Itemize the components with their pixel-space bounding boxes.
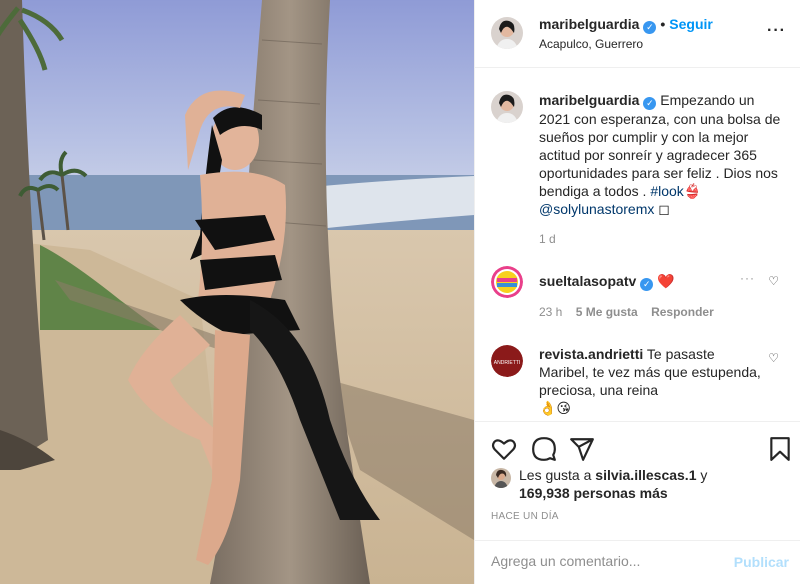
- caption-username[interactable]: maribelguardia: [539, 92, 639, 108]
- commenter-avatar[interactable]: ANDRIETTI: [491, 345, 523, 377]
- comment-item: ANDRIETTI revista.andrietti Te pasaste M…: [475, 345, 800, 417]
- beach-photo-image: [0, 0, 474, 584]
- caption-age: 1 d: [539, 232, 556, 246]
- caption-avatar[interactable]: [491, 91, 523, 123]
- liker-username[interactable]: silvia.illescas.1: [595, 467, 696, 483]
- reply-button[interactable]: Responder: [651, 305, 714, 319]
- post-details-panel: maribelguardia ✓ • Seguir Acapulco, Guerrer…: [474, 0, 800, 584]
- author-username[interactable]: maribelguardia: [539, 16, 639, 32]
- comment-age: 23 h: [539, 305, 563, 319]
- caption-text-block: maribelguardia ✓ Empezando un 2021 con es…: [539, 91, 785, 218]
- caption-hashtag[interactable]: #look: [650, 183, 683, 199]
- comment-like-heart-icon[interactable]: ♡: [768, 349, 779, 367]
- likes-summary[interactable]: Les gusta a silvia.illescas.1 y 169,938 …: [491, 466, 791, 502]
- comment-emojis: 👌😘: [539, 400, 572, 416]
- comments-list[interactable]: maribelguardia ✓ Empezando un 2021 con es…: [475, 69, 800, 421]
- bikini-emoji: 👙: [683, 183, 702, 199]
- verified-badge-icon: ✓: [640, 278, 654, 291]
- likes-text: Les gusta a silvia.illescas.1 y 169,938 …: [491, 466, 791, 502]
- like-heart-icon[interactable]: [491, 436, 517, 462]
- post-location[interactable]: Acapulco, Guerrero: [539, 37, 643, 51]
- comment-input[interactable]: [491, 553, 721, 569]
- comment-text-block: revista.andrietti Te pasaste Maribel, te…: [539, 345, 761, 417]
- caption-mention[interactable]: @solylunastoremx: [539, 201, 654, 217]
- header-user-line: maribelguardia ✓ • Seguir: [539, 16, 713, 34]
- more-options-icon[interactable]: ···: [767, 22, 786, 40]
- comment-text-line: sueltalasopatv ✓ ❤️: [539, 266, 761, 291]
- author-avatar[interactable]: [491, 17, 523, 49]
- caption-trailing: ◻: [654, 201, 670, 217]
- caption: maribelguardia ✓ Empezando un 2021 con es…: [475, 69, 800, 248]
- likes-prefix: Les gusta a: [519, 467, 592, 483]
- follow-button[interactable]: Seguir: [669, 16, 713, 32]
- comment-username[interactable]: sueltalasopatv: [539, 273, 636, 289]
- comment-username[interactable]: revista.andrietti: [539, 346, 643, 362]
- comment-options-icon[interactable]: ···: [740, 269, 755, 287]
- verified-badge-icon: ✓: [643, 97, 657, 110]
- add-comment-bar: Publicar: [475, 540, 800, 584]
- comment-text: ❤️: [657, 273, 675, 289]
- post-photo[interactable]: [0, 0, 474, 584]
- comment-likes[interactable]: 5 Me gusta: [576, 305, 638, 319]
- commenter-avatar[interactable]: [491, 266, 523, 298]
- post-header: maribelguardia ✓ • Seguir Acapulco, Guerrer…: [475, 0, 800, 68]
- publish-button[interactable]: Publicar: [734, 554, 789, 570]
- post-timestamp[interactable]: HACE UN DÍA: [491, 511, 559, 522]
- comment-meta: 23 h 5 Me gusta Responder: [539, 303, 761, 321]
- comment-bubble-icon[interactable]: [531, 436, 557, 462]
- comment-like-heart-icon[interactable]: ♡: [768, 272, 779, 290]
- likes-count[interactable]: 169,938 personas más: [519, 485, 668, 501]
- svg-text:ANDRIETTI: ANDRIETTI: [494, 360, 520, 366]
- share-send-icon[interactable]: [569, 436, 595, 462]
- separator-dot: •: [660, 16, 666, 32]
- verified-badge-icon: ✓: [643, 21, 657, 34]
- liker-avatar[interactable]: [491, 468, 511, 488]
- comment-item: sueltalasopatv ✓ ❤️ 23 h 5 Me gusta Respo…: [475, 266, 800, 321]
- save-bookmark-icon[interactable]: [767, 436, 793, 462]
- likes-join: y: [700, 467, 708, 483]
